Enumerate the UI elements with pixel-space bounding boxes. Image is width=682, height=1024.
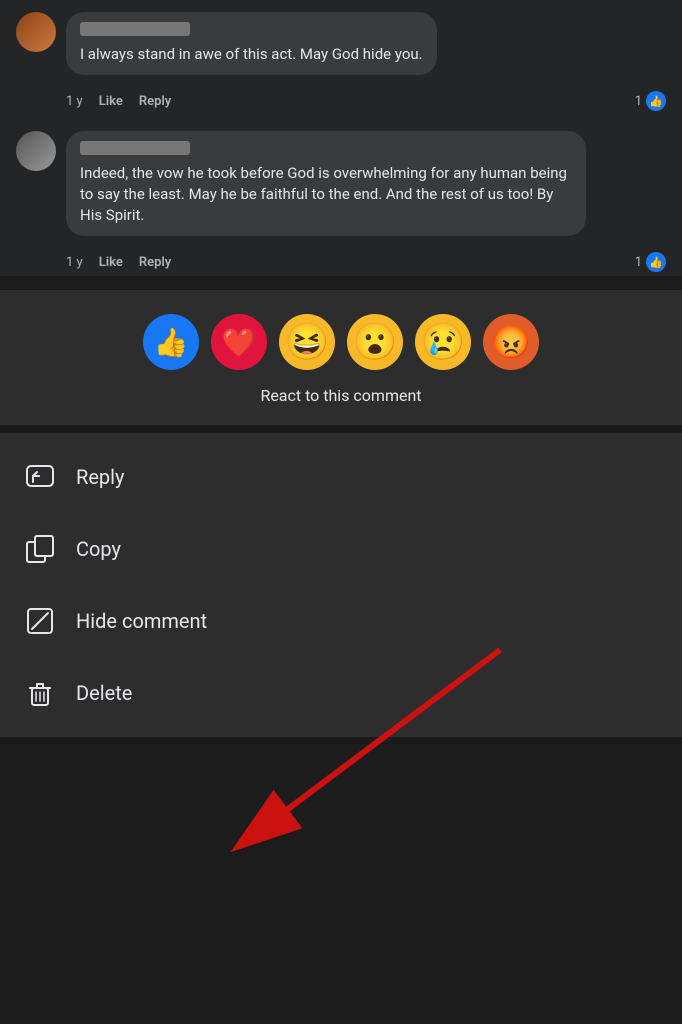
comment-time-1: 1 y	[66, 94, 83, 109]
reaction-like[interactable]: 👍	[143, 314, 199, 370]
reaction-bar: 👍 ❤️ 😆 😮 😢 😡	[16, 314, 666, 370]
like-button-2[interactable]: Like	[99, 255, 123, 270]
like-count-2: 1	[635, 255, 642, 270]
page-wrapper: I always stand in awe of this act. May G…	[0, 0, 682, 1024]
menu-section: Reply Copy Hide comment	[0, 433, 682, 737]
reply-icon	[24, 461, 56, 493]
hide-comment-label: Hide comment	[76, 609, 207, 633]
avatar-2	[16, 131, 56, 171]
section-divider-2	[0, 425, 682, 433]
comment-text-2: Indeed, the vow he took before God is ov…	[80, 163, 572, 226]
like-icon-2: 👍	[646, 252, 666, 272]
menu-item-copy[interactable]: Copy	[0, 513, 682, 585]
hide-comment-icon	[24, 605, 56, 637]
delete-label: Delete	[76, 681, 132, 705]
comment-bubble-1: I always stand in awe of this act. May G…	[66, 12, 437, 75]
reply-label: Reply	[76, 465, 125, 489]
comment-time-2: 1 y	[66, 255, 83, 270]
comment-bubble-2: Indeed, the vow he took before God is ov…	[66, 131, 586, 236]
commenter-name-2	[80, 141, 190, 155]
avatar-1	[16, 12, 56, 52]
like-count-1: 1	[635, 94, 642, 109]
like-icon-1: 👍	[646, 91, 666, 111]
comment-actions-1: 1 y Like Reply 1 👍	[0, 87, 682, 115]
reaction-haha[interactable]: 😆	[279, 314, 335, 370]
like-button-1[interactable]: Like	[99, 94, 123, 109]
react-to-comment-label: React to this comment	[16, 386, 666, 405]
reaction-sad[interactable]: 😢	[415, 314, 471, 370]
section-divider	[0, 280, 682, 290]
like-count-wrapper-2: 1 👍	[635, 252, 666, 272]
reaction-section: 👍 ❤️ 😆 😮 😢 😡 React to this comment	[0, 290, 682, 425]
reply-button-1[interactable]: Reply	[139, 94, 171, 109]
menu-item-reply[interactable]: Reply	[0, 441, 682, 513]
reaction-wow[interactable]: 😮	[347, 314, 403, 370]
delete-icon	[24, 677, 56, 709]
comment-text-1: I always stand in awe of this act. May G…	[80, 44, 423, 65]
reaction-love[interactable]: ❤️	[211, 314, 267, 370]
menu-item-hide-comment[interactable]: Hide comment	[0, 585, 682, 657]
comment-feed: I always stand in awe of this act. May G…	[0, 0, 682, 276]
comment-item-1: I always stand in awe of this act. May G…	[0, 0, 682, 87]
comment-actions-2: 1 y Like Reply 1 👍	[0, 248, 682, 276]
comment-item-2: Indeed, the vow he took before God is ov…	[0, 119, 682, 248]
reply-button-2[interactable]: Reply	[139, 255, 171, 270]
commenter-name-1	[80, 22, 190, 36]
copy-label: Copy	[76, 537, 121, 561]
menu-item-delete[interactable]: Delete	[0, 657, 682, 729]
like-count-wrapper-1: 1 👍	[635, 91, 666, 111]
copy-icon	[24, 533, 56, 565]
reaction-angry[interactable]: 😡	[483, 314, 539, 370]
